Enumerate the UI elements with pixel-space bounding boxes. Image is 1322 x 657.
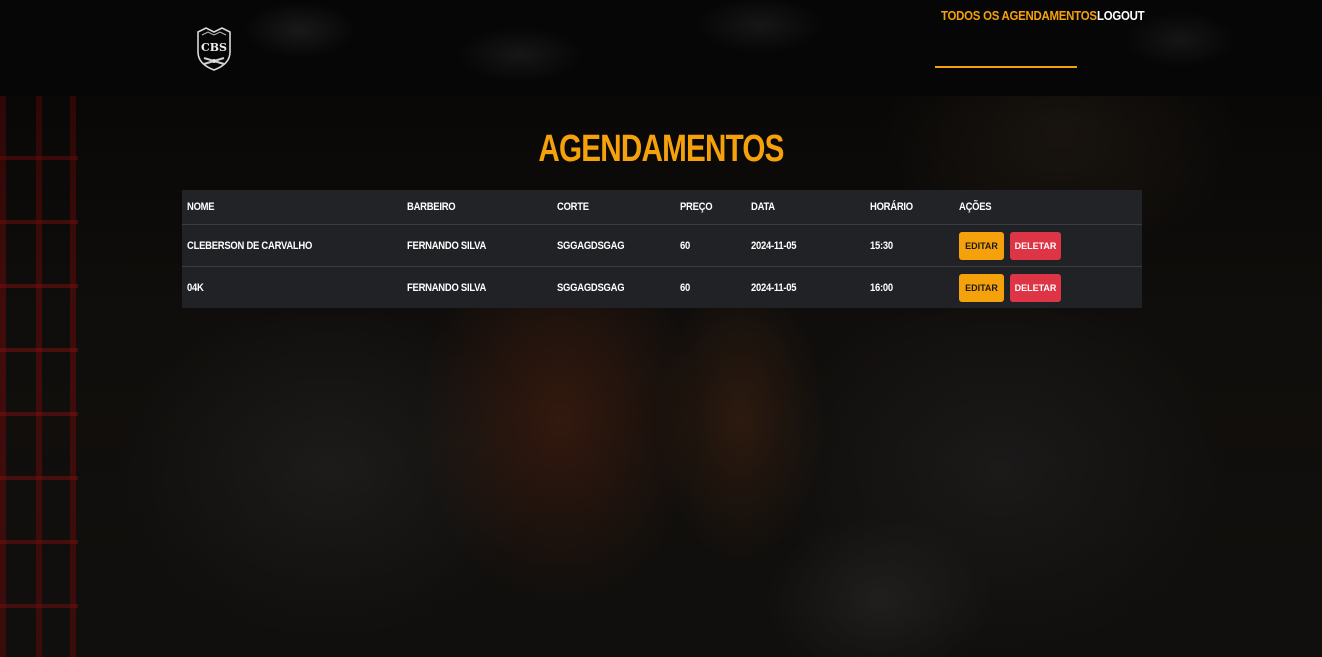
appointments-table-container: NOME BARBEIRO CORTE PREÇO DATA HORÁRIO A… [182, 190, 1142, 308]
cell-barbeiro: FERNANDO SILVA [402, 224, 552, 267]
cell-preco: 60 [675, 224, 746, 267]
edit-button[interactable]: EDITAR [959, 273, 1004, 302]
logo-text: CBS [201, 41, 227, 54]
cell-corte: SGGAGDSGAG [552, 266, 675, 308]
column-header-horario: HORÁRIO [865, 190, 954, 225]
table-row: CLEBERSON DE CARVALHO FERNANDO SILVA SGG… [182, 224, 1142, 267]
brand-logo[interactable]: CBS [192, 26, 236, 72]
appointments-table: NOME BARBEIRO CORTE PREÇO DATA HORÁRIO A… [182, 190, 1142, 308]
column-header-barbeiro: BARBEIRO [402, 190, 552, 225]
column-header-data: DATA [746, 190, 865, 225]
active-nav-underline [935, 66, 1077, 68]
nav-todos-os-agendamentos[interactable]: TODOS OS AGENDAMENTOS [941, 8, 1097, 23]
cell-acoes: EDITAR DELETAR [954, 224, 1142, 267]
delete-button[interactable]: DELETAR [1010, 231, 1061, 260]
top-navbar: CBS TODOS OS AGENDAMENTOS LOGOUT [0, 0, 1322, 96]
cell-acoes: EDITAR DELETAR [954, 266, 1142, 308]
cell-data: 2024-11-05 [746, 224, 865, 267]
column-header-acoes: AÇÕES [954, 190, 1142, 225]
column-header-preco: PREÇO [675, 190, 746, 225]
cell-horario: 16:00 [865, 266, 954, 308]
cell-barbeiro: FERNANDO SILVA [402, 266, 552, 308]
cell-horario: 15:30 [865, 224, 954, 267]
cell-nome: CLEBERSON DE CARVALHO [182, 224, 402, 267]
table-header-row: NOME BARBEIRO CORTE PREÇO DATA HORÁRIO A… [182, 190, 1142, 225]
barber-shop-logo-icon: CBS [197, 27, 231, 71]
cell-corte: SGGAGDSGAG [552, 224, 675, 267]
background-overlay [0, 0, 1322, 657]
delete-button[interactable]: DELETAR [1010, 273, 1061, 302]
column-header-nome: NOME [182, 190, 402, 225]
nav-logout[interactable]: LOGOUT [1097, 8, 1145, 23]
edit-button[interactable]: EDITAR [959, 231, 1004, 260]
table-row: 04K FERNANDO SILVA SGGAGDSGAG 60 2024-11… [182, 266, 1142, 308]
page-title: AGENDAMENTOS [538, 128, 784, 170]
cell-nome: 04K [182, 266, 402, 308]
cell-preco: 60 [675, 266, 746, 308]
page: CBS TODOS OS AGENDAMENTOS LOGOUT AGENDAM… [0, 0, 1322, 657]
column-header-corte: CORTE [552, 190, 675, 225]
cell-data: 2024-11-05 [746, 266, 865, 308]
